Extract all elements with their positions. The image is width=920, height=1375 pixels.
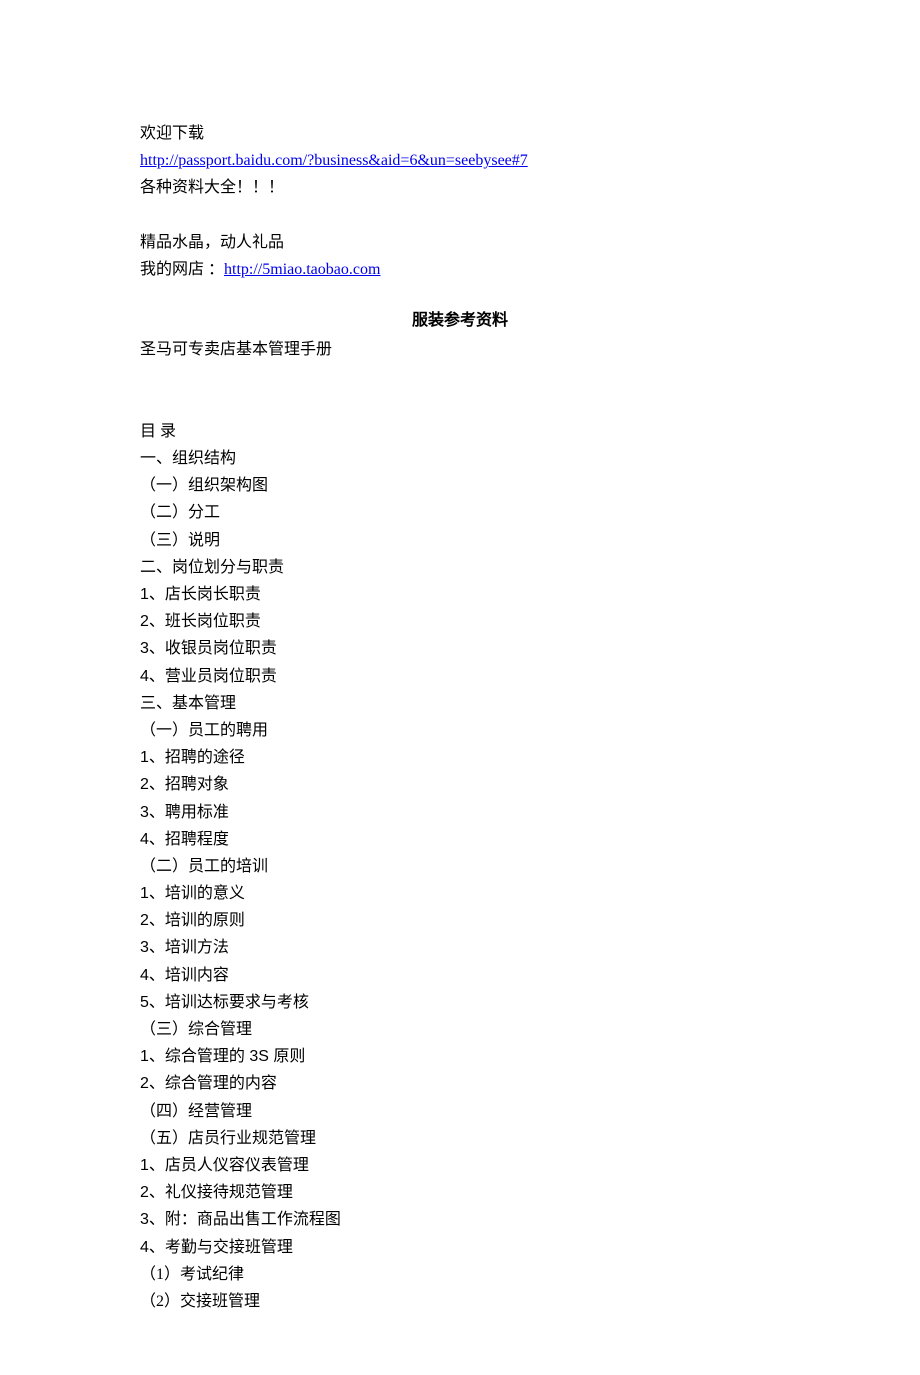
toc-item: （1）考试纪律: [140, 1261, 780, 1288]
toc-item: 2、综合管理的内容: [140, 1070, 780, 1097]
link-line-1: http://passport.baidu.com/?business&aid=…: [140, 147, 780, 174]
toc-item: 2、班长岗位职责: [140, 608, 780, 635]
toc-item: 一、组织结构: [140, 445, 780, 472]
toc-item: （二）分工: [140, 499, 780, 526]
toc-item: 三、基本管理: [140, 690, 780, 717]
toc-item: 5、培训达标要求与考核: [140, 989, 780, 1016]
toc-item: （四）经营管理: [140, 1098, 780, 1125]
toc-item: 2、招聘对象: [140, 771, 780, 798]
toc-item: 4、营业员岗位职责: [140, 663, 780, 690]
spacer: [140, 202, 780, 229]
toc-item: 1、综合管理的 3S 原则: [140, 1043, 780, 1070]
toc-item: 1、店长岗长职责: [140, 581, 780, 608]
toc-item: 3、附：商品出售工作流程图: [140, 1206, 780, 1233]
shop-line: 我的网店 ：http://5miao.taobao.com: [140, 256, 780, 283]
toc-item: （二）员工的培训: [140, 853, 780, 880]
welcome-text: 欢迎下载: [140, 120, 780, 147]
toc-item: 3、收银员岗位职责: [140, 635, 780, 662]
toc-item: （五）店员行业规范管理: [140, 1125, 780, 1152]
toc-item: （一）员工的聘用: [140, 717, 780, 744]
spacer: [140, 391, 780, 418]
promo-text: 精品水晶，动人礼品: [140, 229, 780, 256]
subtitle-text: 各种资料大全！！！: [140, 174, 780, 201]
toc-item: 4、考勤与交接班管理: [140, 1234, 780, 1261]
passport-link[interactable]: http://passport.baidu.com/?business&aid=…: [140, 152, 528, 169]
toc-item: 4、招聘程度: [140, 826, 780, 853]
shop-label: 我的网店 ：: [140, 261, 224, 278]
document-title: 服装参考资料: [140, 307, 780, 334]
spacer: [140, 364, 780, 391]
toc-heading: 目 录: [140, 418, 780, 445]
toc-item: 2、培训的原则: [140, 907, 780, 934]
toc-item: 2、礼仪接待规范管理: [140, 1179, 780, 1206]
toc-item: 1、店员人仪容仪表管理: [140, 1152, 780, 1179]
toc-item: （一）组织架构图: [140, 472, 780, 499]
toc-item: （三）说明: [140, 527, 780, 554]
toc-item: （三）综合管理: [140, 1016, 780, 1043]
toc-item: 3、聘用标准: [140, 799, 780, 826]
shop-link[interactable]: http://5miao.taobao.com: [224, 261, 380, 278]
document-subtitle: 圣马可专卖店基本管理手册: [140, 336, 780, 363]
toc-item: 3、培训方法: [140, 934, 780, 961]
toc-item: 1、培训的意义: [140, 880, 780, 907]
toc-item: 二、岗位划分与职责: [140, 554, 780, 581]
toc-item: 1、招聘的途径: [140, 744, 780, 771]
toc-item: （2）交接班管理: [140, 1288, 780, 1315]
toc-item: 4、培训内容: [140, 962, 780, 989]
